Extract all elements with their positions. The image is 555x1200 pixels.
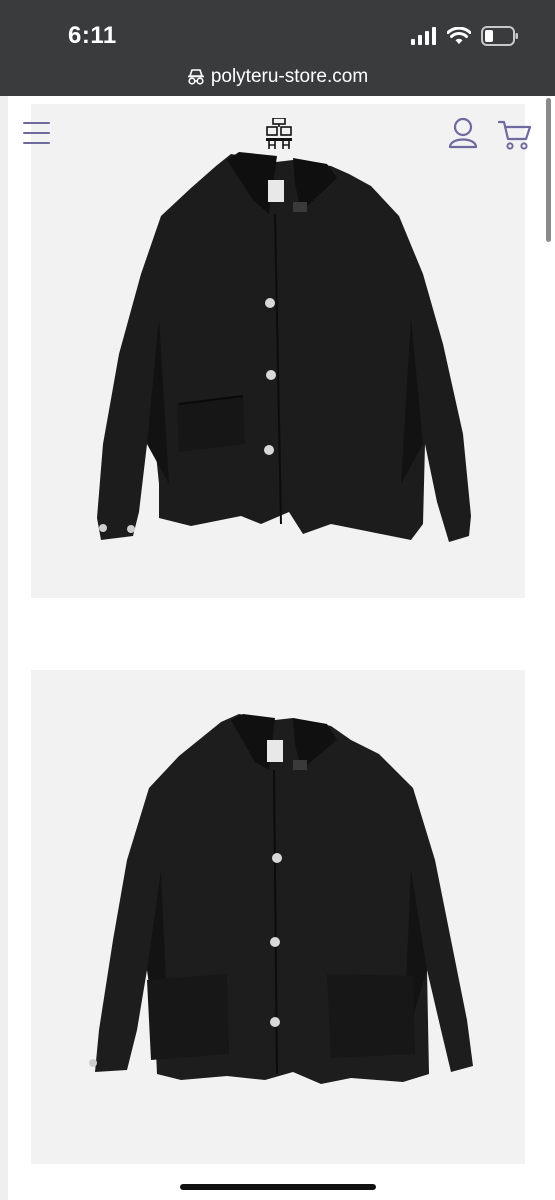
- scrollbar[interactable]: [546, 98, 551, 242]
- jacket-photo-2: [89, 714, 473, 1084]
- account-icon[interactable]: [448, 117, 478, 149]
- page-gutter: [0, 96, 8, 1200]
- store-logo-icon[interactable]: [265, 118, 293, 150]
- jacket-photo-1: [97, 152, 471, 542]
- product-image-2[interactable]: [31, 670, 525, 1164]
- home-indicator[interactable]: [180, 1184, 376, 1190]
- web-page: [0, 96, 555, 1200]
- product-image-1[interactable]: [31, 104, 525, 598]
- signal-icon: [411, 27, 436, 45]
- address-bar[interactable]: polyteru-store.com: [0, 64, 555, 90]
- status-icons: [411, 24, 519, 48]
- url-text: polyteru-store.com: [210, 66, 369, 87]
- cart-icon[interactable]: [498, 119, 532, 151]
- incognito-icon: [187, 69, 204, 85]
- hamburger-menu-icon[interactable]: [23, 122, 51, 144]
- status-time: 6:11: [68, 22, 117, 49]
- battery-icon: [481, 26, 518, 46]
- wifi-icon: [447, 27, 471, 44]
- status-and-url-bar: 6:11 polyteru-store.com: [0, 0, 555, 96]
